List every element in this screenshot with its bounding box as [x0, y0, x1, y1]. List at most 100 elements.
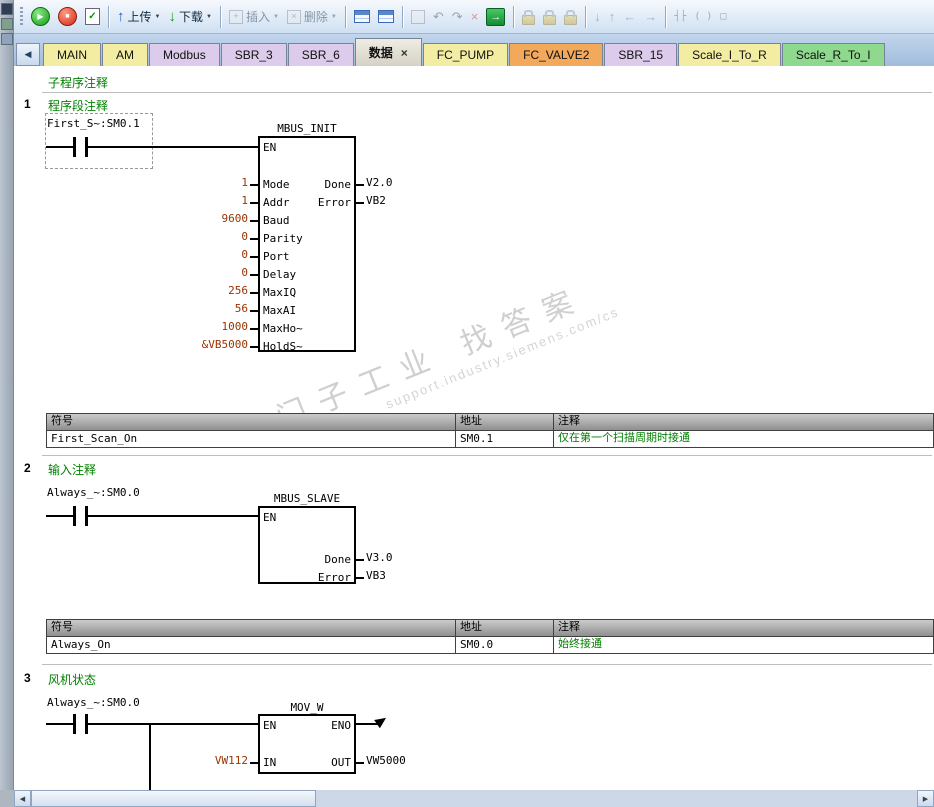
symbol-header-cell: 符号: [47, 414, 456, 430]
tab-fc-pump[interactable]: FC_PUMP: [422, 43, 509, 66]
download-caret-icon[interactable]: ▼: [206, 14, 212, 20]
left-arrow-icon: ◀: [24, 49, 32, 59]
instruction-tree-icon[interactable]: [0, 18, 13, 30]
pin-operand[interactable]: VB2: [366, 195, 386, 207]
copy-icon: [410, 9, 425, 24]
pin-operand[interactable]: VW5000: [366, 755, 406, 767]
run-button[interactable]: ▶: [28, 4, 53, 30]
compile-icon: ✓: [85, 8, 100, 25]
pin-tick: [250, 762, 260, 764]
pin-operand[interactable]: V3.0: [366, 552, 393, 564]
tab-label: MAIN: [57, 48, 87, 62]
lock-button-1: [519, 4, 538, 30]
tab-close-icon[interactable]: ×: [401, 47, 408, 59]
address-header-cell: 地址: [456, 620, 554, 636]
pin-value[interactable]: 1000: [164, 321, 249, 333]
symbol-header-cell: 符号: [47, 620, 456, 636]
mbus-init-block[interactable]: EN Mode Addr Baud Parity Port Delay MaxI…: [250, 136, 364, 353]
pin-tick: [250, 274, 260, 276]
contact-bar[interactable]: [73, 506, 76, 526]
stop-icon: ■: [58, 7, 77, 26]
pin-value[interactable]: 0: [164, 249, 248, 261]
pin-value[interactable]: 0: [164, 231, 248, 243]
upload-caret-icon[interactable]: ▼: [155, 14, 161, 20]
pin-label: MaxAI: [263, 304, 297, 317]
lock-icon: [522, 9, 536, 25]
tab-label: FC_PUMP: [436, 48, 495, 62]
tab-modbus[interactable]: Modbus: [149, 43, 220, 66]
upload-button[interactable]: ↑ 上传 ▼: [114, 4, 163, 30]
project-tree-icon[interactable]: [0, 3, 13, 15]
pin-value[interactable]: 56: [164, 303, 248, 315]
tab-fc-valve2[interactable]: FC_VALVE2: [509, 43, 604, 66]
mbus-slave-block[interactable]: EN Done Error: [258, 506, 364, 584]
tab-main[interactable]: MAIN: [43, 43, 101, 66]
pin-label: Port: [263, 250, 290, 263]
symbol-table-row: First_Scan_On SM0.1 仅在第一个扫描周期时接通: [47, 431, 933, 447]
compile-button[interactable]: ✓: [82, 4, 103, 30]
favorites-icon[interactable]: [0, 33, 13, 45]
scrollbar-track[interactable]: [31, 790, 917, 807]
scrollbar-thumb[interactable]: [31, 790, 316, 807]
branch-wire: [149, 723, 151, 790]
wire: [88, 515, 258, 517]
scroll-left-button[interactable]: ◀: [14, 790, 31, 807]
toolbar-grip[interactable]: [20, 6, 23, 27]
pin-tick: [250, 328, 260, 330]
horizontal-scrollbar[interactable]: ◀ ▶: [14, 790, 934, 807]
scroll-right-button[interactable]: ▶: [917, 790, 934, 807]
tab-sbr15[interactable]: SBR_15: [604, 43, 678, 66]
pin-value[interactable]: 1: [164, 177, 248, 189]
ladder-editor[interactable]: 西门子工业 找答案 support.industry.siemens.com/c…: [14, 66, 934, 790]
network2-comment[interactable]: 输入注释: [48, 461, 96, 478]
insert-caret-icon: ▼: [272, 13, 279, 20]
program-comment[interactable]: 子程序注释: [48, 74, 108, 91]
tab-am[interactable]: AM: [102, 43, 148, 66]
symbol-table-row: Always_On SM0.0 始终接通: [47, 637, 933, 653]
contact-tool-button: ┤├: [671, 4, 689, 30]
pin-en: EN: [263, 719, 277, 732]
pin-value[interactable]: 9600: [164, 213, 249, 225]
tab-data-active[interactable]: 数据 ×: [354, 38, 422, 66]
tab-sbr6[interactable]: SBR_6: [287, 43, 354, 66]
network-divider: [42, 455, 932, 456]
delete-label: 删除: [303, 10, 328, 24]
tab-scale-r-to-i[interactable]: Scale_R_To_I: [781, 43, 885, 66]
pin-operand[interactable]: V2.0: [366, 177, 393, 189]
go-button[interactable]: →: [483, 4, 508, 30]
network3-comment[interactable]: 风机状态: [48, 671, 96, 688]
download-button[interactable]: ↓ 下载 ▼: [165, 4, 214, 30]
network1-comment[interactable]: 程序段注释: [48, 97, 108, 114]
tab-sbr3[interactable]: SBR_3: [220, 43, 287, 66]
comment-cell: 始终接通: [558, 638, 602, 650]
contact-tool-icon: ┤├: [674, 10, 687, 22]
network3-contact-label: Always_~:SM0.0: [47, 696, 140, 709]
cancel-icon: ×: [470, 9, 479, 24]
lock-button-3: [561, 4, 580, 30]
pin-value[interactable]: 1: [164, 195, 248, 207]
pin-value[interactable]: VW112: [164, 755, 248, 767]
network2-number: 2: [24, 461, 31, 475]
tab-scale-i-to-r[interactable]: Scale_I_To_R: [678, 43, 781, 66]
tab-scroll-left-button[interactable]: ◀: [16, 43, 40, 66]
network-divider: [42, 664, 932, 665]
pin-value[interactable]: 256: [164, 285, 248, 297]
contact-bar[interactable]: [73, 714, 76, 734]
scroll-right-icon: ▶: [922, 795, 929, 803]
pin-label: Error: [317, 196, 351, 209]
network3-number: 3: [24, 671, 31, 685]
status-chart-view-button[interactable]: [375, 4, 397, 30]
pin-value[interactable]: 0: [164, 267, 248, 279]
pin-value[interactable]: &VB5000: [164, 339, 248, 351]
symbol-table-view-button[interactable]: [351, 4, 373, 30]
network1-contact-label: First_S~:SM0.1: [47, 117, 140, 130]
tab-label: SBR_3: [234, 48, 273, 62]
wire: [356, 723, 378, 725]
stop-button[interactable]: ■: [55, 4, 80, 30]
upload-label: 上传: [127, 10, 152, 24]
mov-w-block[interactable]: EN ENO IN OUT: [250, 714, 364, 774]
contact-bar[interactable]: [73, 137, 76, 157]
pin-operand[interactable]: VB3: [366, 570, 386, 582]
network1-symbol-table: 符号 地址 注释 First_Scan_On SM0.1 仅在第一个扫描周期时接…: [46, 413, 934, 448]
network2-contact-label: Always_~:SM0.0: [47, 486, 140, 499]
